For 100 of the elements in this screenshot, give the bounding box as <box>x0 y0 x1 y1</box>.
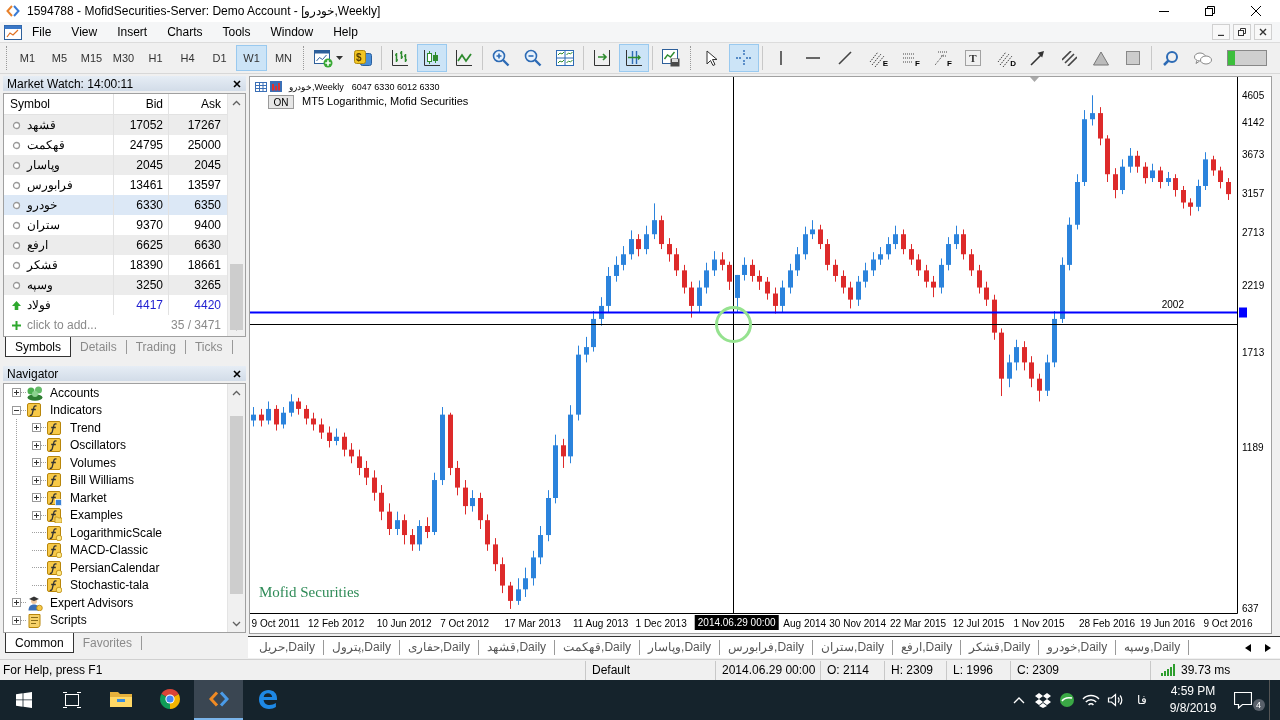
candle <box>1128 147 1133 174</box>
chart-tab[interactable]: فرابورس,Daily <box>720 640 814 655</box>
candle <box>757 269 762 291</box>
expand-icon[interactable] <box>32 493 41 503</box>
chart-shift-marker-icon[interactable] <box>1030 77 1039 82</box>
menu-item[interactable]: Window <box>260 23 324 41</box>
panel-tab[interactable]: Symbols <box>5 337 71 357</box>
text-box-button[interactable]: T <box>958 44 988 72</box>
expand-icon[interactable] <box>32 423 41 433</box>
candle <box>296 397 301 416</box>
timeframe-button[interactable]: H1 <box>140 45 171 71</box>
candle <box>1135 150 1140 174</box>
diamond-logo-icon[interactable] <box>1035 692 1051 708</box>
panel-close-button[interactable] <box>231 367 243 380</box>
clock-button[interactable]: 4:59 PM 9/8/2019 <box>1157 680 1229 720</box>
tree-item[interactable]: Examples <box>69 508 124 523</box>
timeframe-button[interactable]: D1 <box>204 45 235 71</box>
candle <box>508 581 513 610</box>
candle <box>274 404 279 432</box>
speaker-icon[interactable] <box>1107 693 1123 707</box>
rectangle-icon <box>1126 51 1140 65</box>
chart-restore-button[interactable] <box>1233 24 1251 40</box>
timeframe-button[interactable]: M1 <box>12 45 43 71</box>
chart-tab[interactable]: وسپه,Daily <box>1116 640 1190 655</box>
candle <box>1166 171 1171 187</box>
expand-icon[interactable] <box>32 458 41 468</box>
expand-icon[interactable] <box>32 510 41 520</box>
panel-tab[interactable]: Common <box>5 633 74 653</box>
menu-item[interactable]: Insert <box>107 23 158 41</box>
menu-item[interactable]: Tools <box>212 23 261 41</box>
candlestick-button[interactable] <box>417 44 447 72</box>
menu-item[interactable]: View <box>61 23 108 41</box>
scroll-thumb[interactable] <box>230 416 243 594</box>
expand-icon[interactable] <box>12 598 21 608</box>
scrollbar[interactable] <box>227 384 245 632</box>
function-icon <box>26 402 44 419</box>
tree-item[interactable]: Bill Williams <box>69 473 135 488</box>
indicator-toggle-button[interactable]: ON <box>268 95 294 109</box>
timeframe-button[interactable]: H4 <box>172 45 203 71</box>
close-price: C: 2309 <box>1010 660 1150 680</box>
chart-tab[interactable]: قشکر,Daily <box>961 640 1040 655</box>
tree-item[interactable]: Scripts <box>49 613 88 628</box>
tree-item[interactable]: Stochastic-tala <box>69 578 150 593</box>
tree-item[interactable]: Oscillators <box>69 438 127 453</box>
candle <box>848 281 853 309</box>
tree-item[interactable]: PersianCalendar <box>69 560 161 575</box>
chart-tab[interactable]: خودرو,Daily <box>1039 640 1117 655</box>
add-symbol-link[interactable]: click to add... <box>27 318 98 332</box>
scrollbar[interactable] <box>227 94 245 336</box>
tree-item[interactable]: Volumes <box>69 455 118 470</box>
round-app-icon[interactable] <box>1059 692 1075 708</box>
menu-item[interactable]: Help <box>323 23 368 41</box>
chart-tab[interactable]: ستران,Daily <box>813 640 894 655</box>
chevron-up-icon[interactable] <box>1013 696 1025 704</box>
chart-tab[interactable]: ارفع,Daily <box>893 640 962 655</box>
timeframe-button[interactable]: M15 <box>76 45 107 71</box>
chart-tab[interactable]: حفاری,Daily <box>400 640 480 655</box>
chart-tab[interactable]: وپاسار,Daily <box>640 640 721 655</box>
price-axis-label: 3157 <box>1242 188 1265 200</box>
scroll-thumb[interactable] <box>230 264 243 330</box>
timeframe-button[interactable]: M30 <box>108 45 139 71</box>
autoscroll-button[interactable] <box>619 44 649 72</box>
action-center-button[interactable]: 4 <box>1229 680 1269 720</box>
fan-lines-button[interactable]: F <box>926 44 956 72</box>
tree-item[interactable]: Market <box>69 490 108 505</box>
horizontal-line[interactable] <box>250 311 1238 314</box>
expand-icon[interactable] <box>32 475 41 485</box>
chart-tab[interactable]: قهکمت,Daily <box>555 640 641 655</box>
candle <box>886 236 891 260</box>
chart-tab[interactable]: قشهد,Daily <box>479 640 556 655</box>
function-icon <box>46 454 62 471</box>
chart-tab[interactable]: حریل,Daily <box>251 640 324 655</box>
price-axis-label: 1713 <box>1242 347 1265 359</box>
menu-item[interactable]: Charts <box>157 23 213 41</box>
collapse-icon[interactable] <box>12 405 21 415</box>
panel-close-button[interactable] <box>231 77 243 90</box>
timeframe-button[interactable]: W1 <box>236 45 267 71</box>
candle <box>803 226 808 260</box>
expand-icon[interactable] <box>12 615 21 625</box>
timeframe-button[interactable]: MN <box>268 45 299 71</box>
menu-item[interactable]: File <box>22 23 62 41</box>
tree-item[interactable]: Expert Advisors <box>49 595 135 610</box>
coin-tiles-button[interactable]: $ <box>348 44 378 72</box>
chart-tab[interactable]: پترول,Daily <box>324 640 401 655</box>
timeframe-button[interactable]: M5 <box>44 45 75 71</box>
expand-icon[interactable] <box>32 440 41 450</box>
tree-item[interactable]: LogarithmicScale <box>69 525 164 540</box>
tree-item[interactable]: Accounts <box>49 385 101 400</box>
level-lines-button[interactable]: F <box>894 44 924 72</box>
tree-item[interactable]: Trend <box>69 420 102 435</box>
expand-icon[interactable] <box>12 388 21 398</box>
input-language[interactable]: فا <box>1127 680 1157 720</box>
tree-item[interactable]: Indicators <box>49 403 104 418</box>
column-header[interactable]: Symbol <box>4 94 113 115</box>
channel-button[interactable]: E <box>862 44 892 72</box>
chart-close-button[interactable] <box>1254 24 1272 40</box>
wifi-icon[interactable] <box>1082 693 1100 707</box>
crosshair-date-label: 2014.06.29 00:00 <box>694 615 779 630</box>
tree-item[interactable]: MACD-Classic <box>69 543 149 558</box>
pitchfork-button[interactable]: D <box>990 44 1020 72</box>
